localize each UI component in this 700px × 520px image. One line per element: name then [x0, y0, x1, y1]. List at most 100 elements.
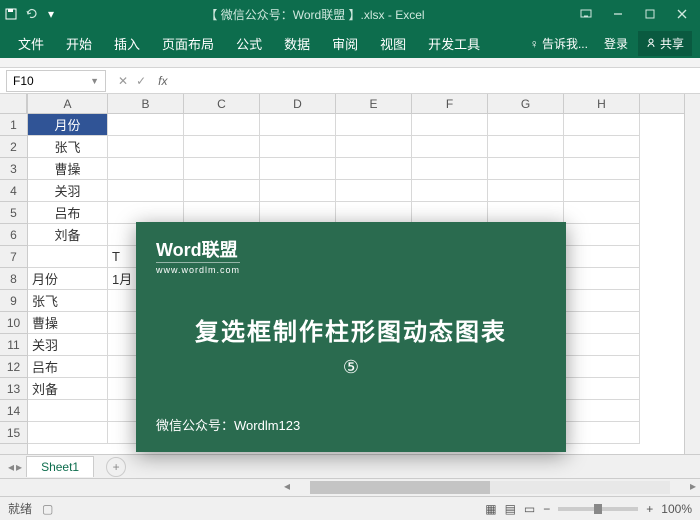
cell[interactable] [564, 334, 640, 356]
zoom-slider[interactable] [558, 507, 638, 511]
col-header[interactable]: D [260, 94, 336, 113]
tab-pagelayout[interactable]: 页面布局 [152, 28, 224, 59]
add-sheet-button[interactable]: + [106, 457, 126, 477]
row-header[interactable]: 4 [0, 180, 27, 202]
cell[interactable] [28, 400, 108, 422]
cell[interactable] [564, 202, 640, 224]
sheet-tab-active[interactable]: Sheet1 [26, 456, 94, 477]
cell[interactable] [564, 290, 640, 312]
row-header[interactable]: 10 [0, 312, 27, 334]
name-box[interactable]: F10 ▼ [6, 70, 106, 92]
tab-data[interactable]: 数据 [274, 28, 320, 59]
cell[interactable]: 曹操 [28, 312, 108, 334]
cell[interactable] [488, 158, 564, 180]
cell[interactable]: 曹操 [28, 158, 108, 180]
cell[interactable]: 张飞 [28, 290, 108, 312]
cell[interactable] [184, 180, 260, 202]
ribbon-options-icon[interactable] [572, 4, 600, 24]
row-header[interactable]: 5 [0, 202, 27, 224]
zoom-level[interactable]: 100% [661, 502, 692, 516]
horizontal-scrollbar[interactable] [310, 481, 670, 494]
sheet-nav-next-icon[interactable]: ▸ [16, 460, 22, 474]
cell[interactable] [412, 158, 488, 180]
cell[interactable] [28, 422, 108, 444]
cell[interactable] [564, 246, 640, 268]
col-header[interactable]: F [412, 94, 488, 113]
undo-icon[interactable] [24, 7, 38, 21]
cell[interactable] [488, 202, 564, 224]
formula-bar[interactable] [173, 70, 700, 92]
cell[interactable] [108, 136, 184, 158]
hscroll-left-icon[interactable]: ◂ [280, 479, 294, 496]
sheet-nav-prev-icon[interactable]: ◂ [8, 460, 14, 474]
tab-file[interactable]: 文件 [8, 28, 54, 59]
cell[interactable]: 张飞 [28, 136, 108, 158]
cell[interactable] [412, 136, 488, 158]
cell[interactable] [260, 180, 336, 202]
cell[interactable] [564, 400, 640, 422]
row-header[interactable]: 15 [0, 422, 27, 444]
row-header[interactable]: 7 [0, 246, 27, 268]
hscroll-right-icon[interactable]: ▸ [686, 479, 700, 496]
cell[interactable] [108, 202, 184, 224]
zoom-out-icon[interactable]: − [543, 502, 550, 516]
col-header[interactable]: H [564, 94, 640, 113]
zoom-in-icon[interactable]: + [646, 502, 653, 516]
minimize-icon[interactable] [604, 4, 632, 24]
cell[interactable] [564, 312, 640, 334]
cell[interactable] [336, 136, 412, 158]
cell[interactable] [564, 180, 640, 202]
cell[interactable] [564, 356, 640, 378]
tab-home[interactable]: 开始 [56, 28, 102, 59]
row-header[interactable]: 2 [0, 136, 27, 158]
cell[interactable] [184, 136, 260, 158]
cell[interactable]: 吕布 [28, 356, 108, 378]
cell[interactable] [184, 202, 260, 224]
row-header[interactable]: 6 [0, 224, 27, 246]
row-header[interactable]: 13 [0, 378, 27, 400]
cell[interactable] [564, 158, 640, 180]
tab-developer[interactable]: 开发工具 [418, 28, 490, 59]
cell[interactable] [260, 158, 336, 180]
cell[interactable] [412, 180, 488, 202]
cell[interactable] [28, 246, 108, 268]
view-pagebreak-icon[interactable]: ▭ [524, 502, 535, 516]
redo-dropdown-icon[interactable]: ▾ [44, 7, 58, 21]
cell[interactable] [108, 158, 184, 180]
row-header[interactable]: 9 [0, 290, 27, 312]
cell[interactable] [564, 224, 640, 246]
cell[interactable] [260, 114, 336, 136]
cell[interactable] [336, 202, 412, 224]
col-header[interactable]: C [184, 94, 260, 113]
cell[interactable] [108, 114, 184, 136]
cell[interactable] [260, 202, 336, 224]
row-header[interactable]: 1 [0, 114, 27, 136]
cell[interactable]: 关羽 [28, 334, 108, 356]
cell[interactable] [564, 136, 640, 158]
cell[interactable] [336, 114, 412, 136]
cell[interactable]: 月份 [28, 268, 108, 290]
tell-me[interactable]: ♀ 告诉我... [524, 31, 594, 56]
row-header[interactable]: 8 [0, 268, 27, 290]
col-header[interactable]: G [488, 94, 564, 113]
cell[interactable]: 刘备 [28, 378, 108, 400]
cell[interactable] [260, 136, 336, 158]
cell[interactable] [564, 114, 640, 136]
cell[interactable] [488, 180, 564, 202]
cell[interactable] [184, 158, 260, 180]
tab-formulas[interactable]: 公式 [226, 28, 272, 59]
macro-record-icon[interactable]: ▢ [42, 502, 53, 516]
cell[interactable] [564, 378, 640, 400]
cell[interactable] [564, 268, 640, 290]
cell[interactable] [184, 114, 260, 136]
cell[interactable] [488, 114, 564, 136]
col-header[interactable]: A [28, 94, 108, 113]
cell[interactable]: 刘备 [28, 224, 108, 246]
cell[interactable]: 月份 [28, 114, 108, 136]
col-header[interactable]: B [108, 94, 184, 113]
cell[interactable]: 吕布 [28, 202, 108, 224]
row-header[interactable]: 11 [0, 334, 27, 356]
cell[interactable] [488, 136, 564, 158]
cell[interactable] [336, 180, 412, 202]
cell[interactable] [564, 422, 640, 444]
